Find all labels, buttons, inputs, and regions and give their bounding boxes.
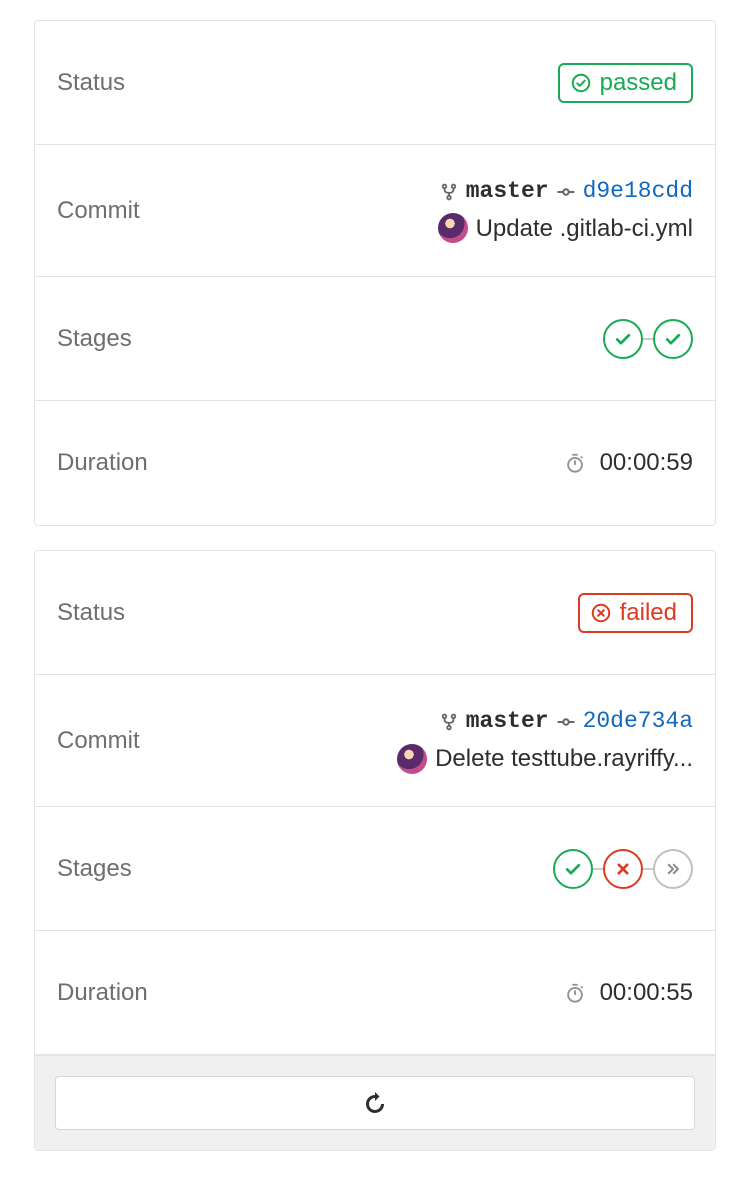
commit-icon — [557, 713, 575, 731]
stages-row: Stages — [35, 807, 715, 931]
avatar[interactable] — [397, 744, 427, 774]
commit-sha[interactable]: 20de734a — [583, 707, 693, 737]
commit-row: Commit master 20de734a — [35, 675, 715, 807]
avatar[interactable] — [438, 213, 468, 243]
duration-value: 00:00:55 — [564, 979, 693, 1007]
stage-connector — [593, 868, 603, 870]
status-badge-failed[interactable]: failed — [578, 593, 693, 633]
status-text: passed — [600, 69, 677, 97]
retry-icon — [363, 1090, 387, 1117]
commit-row: Commit master d9e18cdd — [35, 145, 715, 277]
commit-message[interactable]: Update .gitlab-ci.yml — [476, 213, 693, 244]
status-row: Status passed — [35, 21, 715, 145]
status-text: failed — [620, 599, 677, 627]
fork-icon — [440, 183, 458, 201]
stage-connector — [643, 338, 653, 340]
status-value: passed — [558, 63, 693, 103]
fork-icon — [440, 713, 458, 731]
x-circle-icon — [590, 602, 612, 624]
branch-name[interactable]: master — [466, 177, 549, 207]
stages-label: Stages — [57, 325, 132, 353]
stage-failed-icon[interactable] — [603, 849, 643, 889]
duration-text: 00:00:55 — [600, 979, 693, 1007]
duration-label: Duration — [57, 979, 148, 1007]
retry-button[interactable] — [55, 1076, 695, 1130]
commit-icon — [557, 183, 575, 201]
commit-label: Commit — [57, 197, 140, 225]
status-value: failed — [578, 593, 693, 633]
status-label: Status — [57, 69, 125, 97]
status-badge-passed[interactable]: passed — [558, 63, 693, 103]
duration-row: Duration 00:00:59 — [35, 401, 715, 525]
stages-list — [553, 849, 693, 889]
commit-value: master 20de734a Delete testtube.rayriffy… — [397, 707, 693, 774]
duration-row: Duration 00:00:55 — [35, 931, 715, 1055]
check-circle-icon — [570, 72, 592, 94]
stage-success-icon[interactable] — [553, 849, 593, 889]
pipeline-card: Status failed Commit — [34, 550, 716, 1151]
stage-success-icon[interactable] — [653, 319, 693, 359]
stopwatch-icon — [564, 982, 586, 1004]
commit-message[interactable]: Delete testtube.rayriffy... — [435, 743, 693, 774]
stage-success-icon[interactable] — [603, 319, 643, 359]
status-label: Status — [57, 599, 125, 627]
commit-sha[interactable]: d9e18cdd — [583, 177, 693, 207]
duration-value: 00:00:59 — [564, 449, 693, 477]
stage-connector — [643, 868, 653, 870]
status-row: Status failed — [35, 551, 715, 675]
stages-row: Stages — [35, 277, 715, 401]
stopwatch-icon — [564, 452, 586, 474]
duration-text: 00:00:59 — [600, 449, 693, 477]
retry-footer — [35, 1055, 715, 1150]
stages-list — [603, 319, 693, 359]
pipeline-card: Status passed Commit — [34, 20, 716, 526]
stage-skipped-icon[interactable] — [653, 849, 693, 889]
duration-label: Duration — [57, 449, 148, 477]
commit-value: master d9e18cdd Update .gitlab-ci.yml — [438, 177, 693, 244]
commit-label: Commit — [57, 727, 140, 755]
stages-label: Stages — [57, 855, 132, 883]
branch-name[interactable]: master — [466, 707, 549, 737]
